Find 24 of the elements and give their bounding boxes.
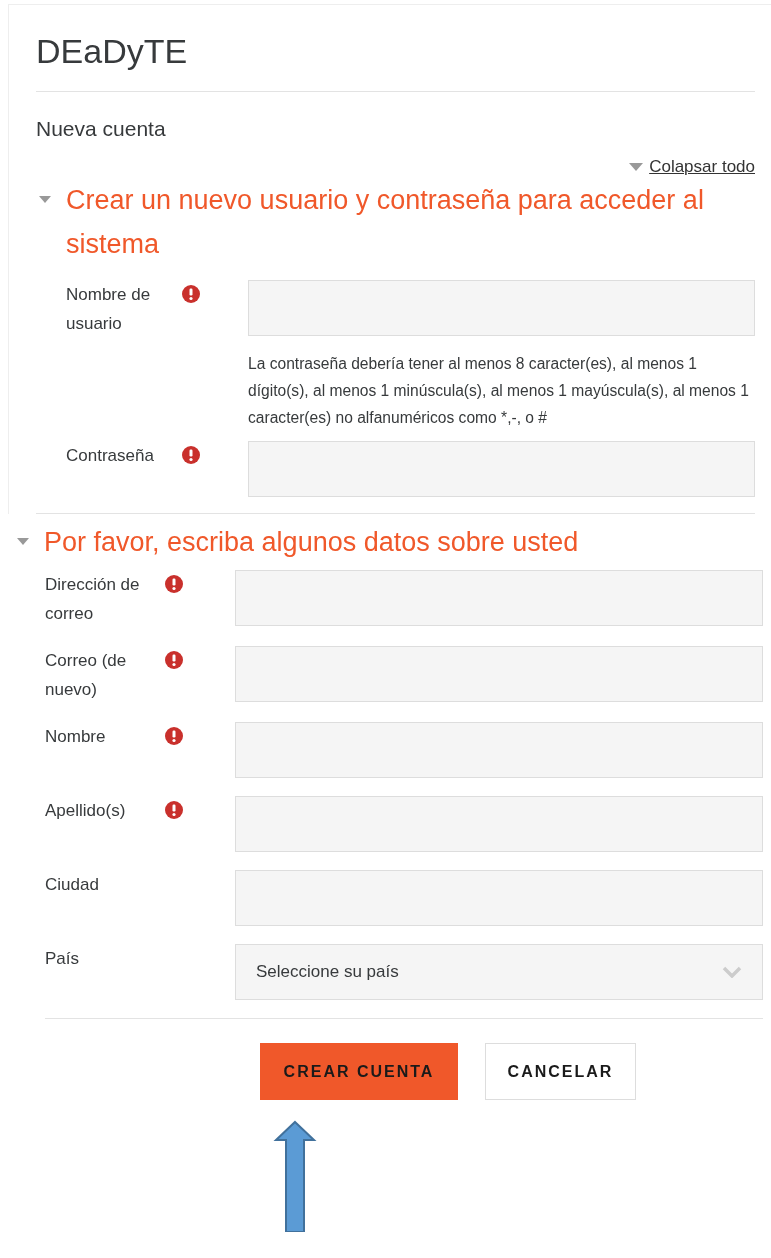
cancel-button[interactable]: CANCELAR — [485, 1043, 636, 1100]
text-field[interactable] — [235, 722, 763, 778]
text-field[interactable] — [235, 646, 763, 702]
text-field[interactable] — [235, 870, 763, 926]
password-hint: La contraseña debería tener al menos 8 caracter(es), al menos 1 dígito(s), al menos 1 minúscula(s), al menos 1 mayúscula(s), al menos 1 caracter(es) no alfanuméricos como *,-, o # — [248, 354, 750, 428]
text-field[interactable] — [248, 280, 755, 336]
field-label: Correo (de nuevo) — [45, 650, 128, 701]
field-label: Dirección de correo — [45, 574, 141, 625]
text-field[interactable] — [235, 796, 763, 852]
field-label: Nombre de usuario — [66, 284, 152, 335]
text-field[interactable] — [248, 441, 755, 497]
field-label: Contraseña — [66, 445, 155, 467]
field-label: Apellido(s) — [45, 800, 127, 822]
field-label: Ciudad — [45, 874, 100, 896]
page-heading: Nueva cuenta — [36, 116, 167, 142]
field-label: Nombre — [45, 726, 107, 748]
caret-icon — [629, 163, 644, 171]
collapse-all-link[interactable]: Colapsar todo — [649, 157, 755, 177]
country-select[interactable]: Seleccione su país — [235, 944, 763, 1000]
text-field[interactable] — [235, 570, 763, 626]
field-label: País — [45, 948, 81, 970]
site-title: DEaDyTE — [36, 31, 189, 72]
chevron-down-icon — [722, 966, 742, 978]
create-account-button[interactable]: CREAR CUENTA — [260, 1043, 458, 1100]
